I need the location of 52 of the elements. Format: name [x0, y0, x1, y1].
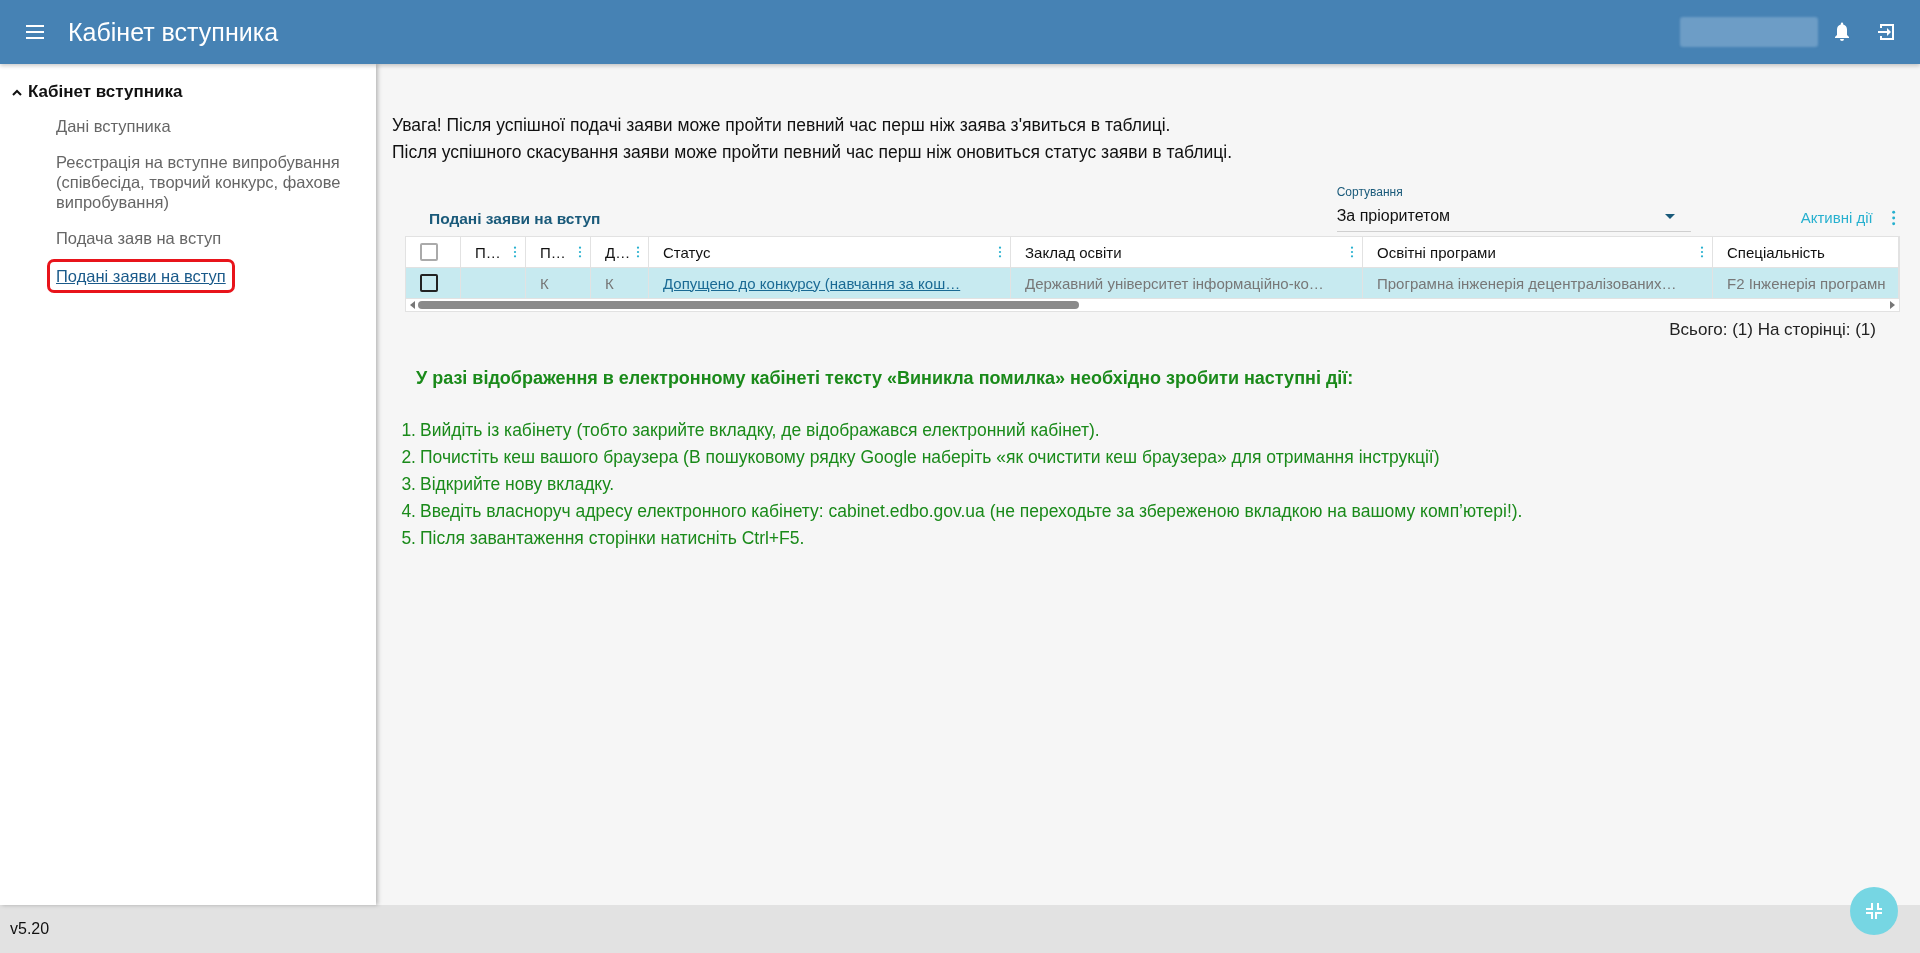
- more-icon[interactable]: [513, 246, 517, 258]
- step-text: Після завантаження сторінки натисніть Ctrl+F5.: [420, 527, 805, 550]
- row-checkbox[interactable]: [420, 274, 438, 292]
- table-cell: Програмна інженерія децентралізованих…: [1363, 268, 1713, 298]
- status-link[interactable]: Допущено до конкурсу (навчання за кош…: [663, 274, 961, 292]
- logout-icon: [1878, 23, 1896, 41]
- version-label: v5.20: [10, 920, 50, 938]
- menu-icon: [26, 25, 44, 39]
- more-icon[interactable]: [998, 246, 1002, 258]
- sidebar-section[interactable]: Кабінет вступника: [0, 80, 183, 102]
- step-number: 5.: [400, 527, 416, 550]
- table-cell: F2 Інженерія програмн: [1713, 268, 1899, 298]
- column-header[interactable]: П…: [526, 237, 591, 267]
- more-icon[interactable]: [636, 246, 640, 258]
- notice-text: Увага! Після успішної подачі заяви може пройти певний час перш ніж заява з'явиться в таблиці.: [392, 114, 1172, 137]
- step-text: Почистіть кеш вашого браузера (В пошуковому рядку Google наберіть «як очистити кеш браузера» для отримання інструкції): [420, 446, 1440, 469]
- more-icon[interactable]: [1700, 246, 1704, 258]
- select-all-checkbox[interactable]: [420, 243, 438, 261]
- step-number: 2.: [400, 446, 416, 469]
- more-icon[interactable]: [1890, 210, 1896, 226]
- step-text: Введіть власноруч адресу електронного кабінету: cabinet.edbo.gov.ua (не переходьте за збереженою вкладкою на вашому комп’ютері!).: [420, 500, 1523, 523]
- bell-icon: [1834, 22, 1850, 42]
- caret-icon: [12, 88, 22, 96]
- column-header[interactable]: Заклад освіти: [1011, 237, 1363, 267]
- column-header[interactable]: П…: [461, 237, 526, 267]
- step-text: Вийдіть із кабінету (тобто закрийте вкладку, де відображався електронний кабінет).: [420, 419, 1100, 442]
- dropdown-icon: [1664, 213, 1675, 219]
- sidebar-item[interactable]: Реєстрація на вступне випробування (співбесіда, творчий конкурс, фахове випробування): [56, 144, 356, 220]
- collapse-icon: [1866, 903, 1882, 919]
- table-row[interactable]: К К Допущено до конкурсу (навчання за кош… Державний університет інформаційно-ко… Програмна інженерія децентралізованих… F2 Інженерія програмн: [406, 268, 1899, 299]
- column-header[interactable]: Освітні програми: [1363, 237, 1713, 267]
- sidebar-item[interactable]: Дані вступника: [56, 108, 356, 144]
- table-cell: К: [591, 268, 649, 298]
- app-title: Кабінет вступника: [68, 17, 280, 47]
- step-number: 1.: [400, 419, 416, 442]
- table-title: Подані заяви на вступ: [428, 210, 602, 229]
- more-icon[interactable]: [578, 246, 582, 258]
- help-heading: У разі відображення в електронному кабінеті тексту «Виникла помилка» необхідно зробити наступні дії:: [416, 368, 1355, 389]
- sidebar-item[interactable]: Подані заяви на вступ: [50, 262, 232, 290]
- notice-text: Після успішного скасування заяви може пройти певний час перш ніж оновиться статус заяви в таблиці.: [392, 141, 1233, 164]
- table-cell: К: [526, 268, 591, 298]
- step-number: 4.: [400, 500, 416, 523]
- column-header[interactable]: Спеціальність: [1713, 237, 1899, 267]
- sort-select[interactable]: Сортування За пріоритетом: [1336, 185, 1691, 232]
- step-text: Відкрийте нову вкладку.: [420, 473, 615, 496]
- table-cell: Державний університет інформаційно-ко…: [1011, 268, 1363, 298]
- totals-text: Всього: (1) На сторінці: (1): [1668, 319, 1877, 340]
- column-header[interactable]: Статус: [649, 237, 1011, 267]
- sidebar-item[interactable]: Подача заяв на вступ: [56, 220, 356, 256]
- more-icon[interactable]: [1350, 246, 1354, 258]
- column-header[interactable]: Д…: [591, 237, 649, 267]
- step-number: 3.: [400, 473, 416, 496]
